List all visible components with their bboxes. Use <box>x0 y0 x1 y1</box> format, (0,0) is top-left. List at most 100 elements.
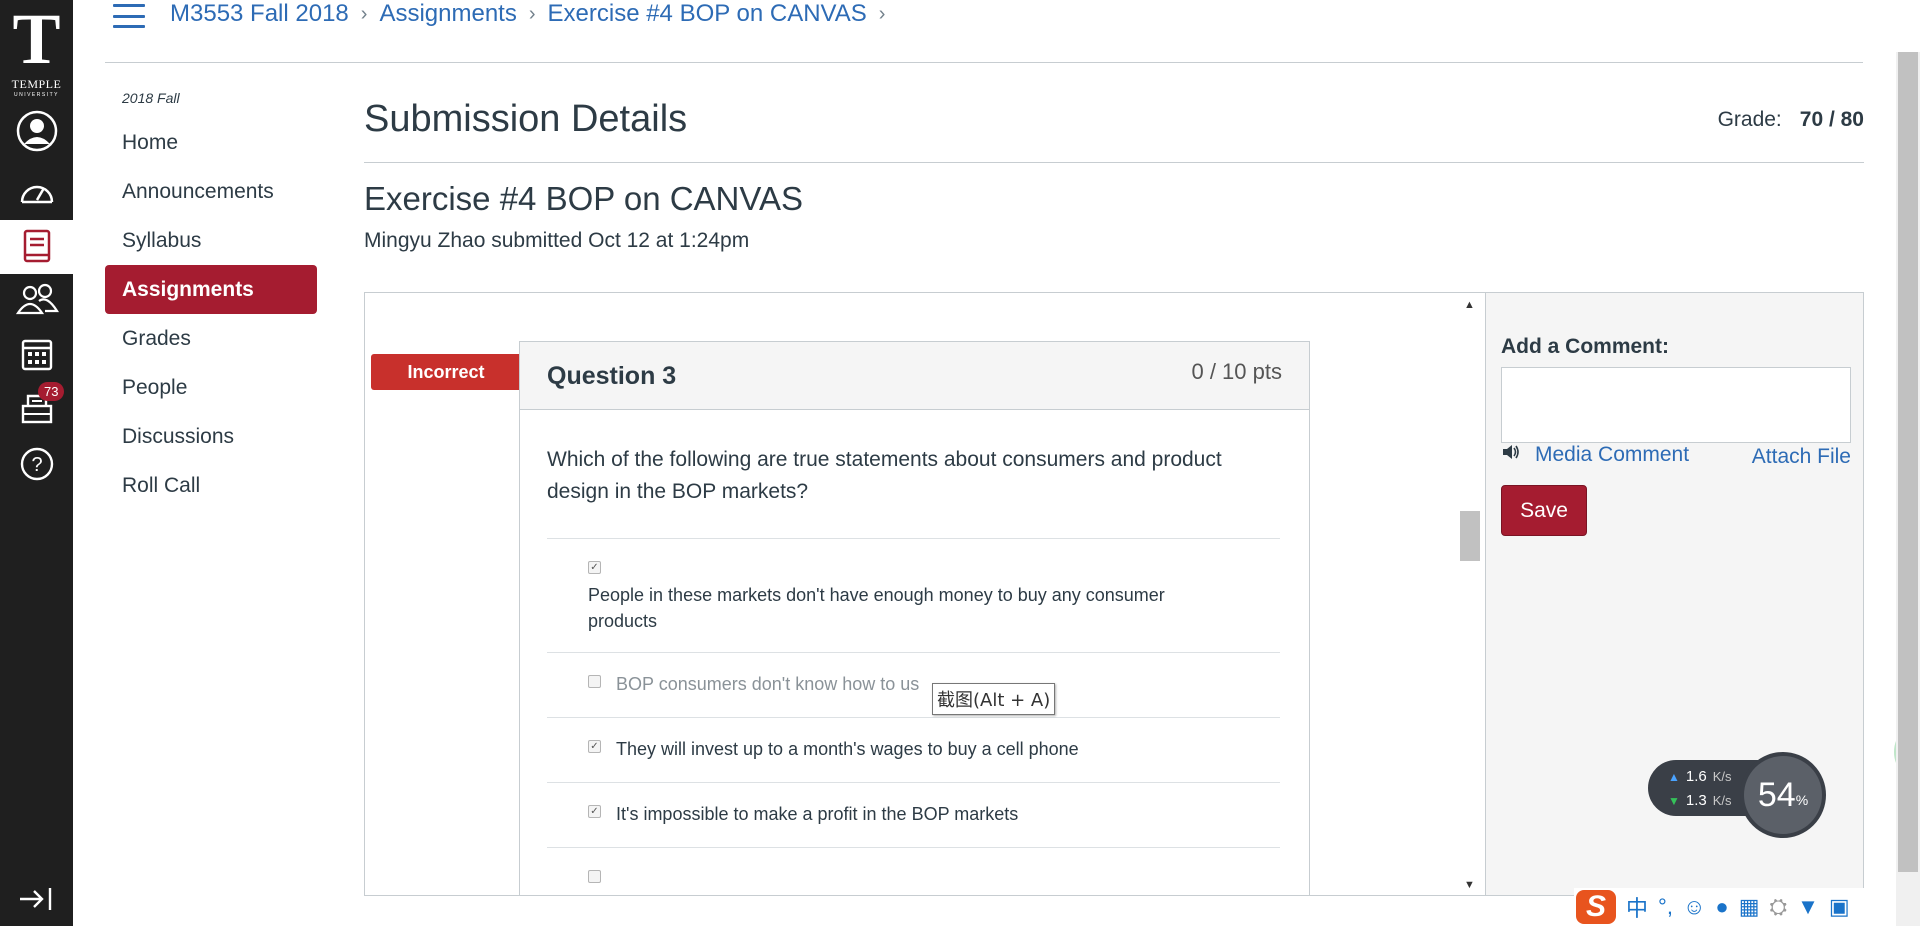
page-scrollbar-thumb[interactable] <box>1898 52 1918 872</box>
answer-label: It's impossible to make a profit in the … <box>616 804 1019 824</box>
download-unit: K/s <box>1712 793 1732 808</box>
answer-label: They will invest up to a month's wages t… <box>616 739 1079 759</box>
microphone-icon[interactable]: ● <box>1715 894 1728 920</box>
scrollbar-thumb[interactable] <box>1460 511 1480 561</box>
logo-subtext: UNIVERSITY <box>13 91 59 98</box>
answer-checkbox[interactable]: ✓ <box>588 740 601 753</box>
page-title: Submission Details <box>364 98 688 140</box>
breadcrumb-course[interactable]: M3553 Fall 2018 <box>170 0 349 28</box>
upload-unit: K/s <box>1712 769 1732 784</box>
submission-frame: Incorrect Question 3 0 / 10 pts Which of… <box>364 292 1864 896</box>
media-comment-link[interactable]: Media Comment <box>1501 443 1689 467</box>
incorrect-label: Incorrect <box>371 354 521 390</box>
svg-text:?: ? <box>31 454 42 476</box>
inbox-badge: 73 <box>38 382 65 401</box>
memory-percent: 54 <box>1757 775 1796 814</box>
question-points: 0 / 10 pts <box>1191 359 1282 384</box>
chevron-right-icon: › <box>360 2 368 25</box>
breadcrumb-assignments[interactable]: Assignments <box>379 0 516 28</box>
hamburger-menu-icon[interactable] <box>113 4 145 28</box>
course-nav-home[interactable]: Home <box>105 118 317 167</box>
help-icon[interactable]: ? <box>0 437 73 491</box>
global-nav: T TEMPLE UNIVERSITY 73 ? <box>0 0 73 926</box>
answer-label: BOP consumers don't know how to us <box>616 674 920 694</box>
groups-icon[interactable] <box>0 272 73 326</box>
course-nav-discussions[interactable]: Discussions <box>105 412 317 461</box>
courses-icon[interactable] <box>0 220 73 274</box>
answer-checkbox[interactable] <box>588 675 601 688</box>
chevron-right-icon: › <box>878 2 886 25</box>
frame-scrollbar[interactable]: ▲ ▼ <box>1458 293 1482 895</box>
top-bar: M3553 Fall 2018 › Assignments › Exercise… <box>105 0 1863 63</box>
question-title: Question 3 <box>547 362 677 390</box>
page-scrollbar[interactable] <box>1896 52 1920 926</box>
course-nav: 2018 Fall Home Announcements Syllabus As… <box>105 90 317 510</box>
dashboard-icon[interactable] <box>0 164 73 218</box>
question-text: Which of the following are true statemen… <box>547 448 1222 503</box>
answer-label: People in these markets don't have enoug… <box>588 585 1165 631</box>
course-nav-assignments[interactable]: Assignments <box>105 265 317 314</box>
submission-info: Mingyu Zhao submitted Oct 12 at 1:24pm <box>364 229 750 252</box>
course-nav-syllabus[interactable]: Syllabus <box>105 216 317 265</box>
question-header: Question 3 0 / 10 pts <box>520 342 1309 410</box>
course-nav-grades[interactable]: Grades <box>105 314 317 363</box>
download-value: 1.3 <box>1685 792 1707 809</box>
question-card: Question 3 0 / 10 pts Which of the follo… <box>519 341 1310 895</box>
save-button[interactable]: Save <box>1501 485 1587 536</box>
comment-title: Add a Comment: <box>1501 335 1669 358</box>
upload-value: 1.6 <box>1685 768 1707 785</box>
upload-speed: ▲ 1.6 K/s <box>1668 768 1732 785</box>
emoji-icon[interactable]: ☺ <box>1683 894 1705 920</box>
logo-text: TEMPLE <box>11 76 62 91</box>
memory-percent-circle: 54% <box>1740 752 1826 838</box>
answer-checkbox[interactable]: ✓ <box>588 561 601 574</box>
answer-checkbox[interactable]: ✓ <box>588 805 601 818</box>
account-icon[interactable] <box>0 104 73 158</box>
toolbox-icon[interactable]: ⛭ <box>1770 894 1788 920</box>
scroll-down-icon[interactable]: ▼ <box>1464 879 1475 891</box>
percent-sign: % <box>1795 792 1809 808</box>
ime-toolbar: S 中 °, ☺ ● ▦ ⛭ ▼ ▣ <box>1574 888 1874 926</box>
course-term: 2018 Fall <box>122 90 180 106</box>
media-comment-label: Media Comment <box>1535 443 1690 466</box>
breadcrumb: M3553 Fall 2018 › Assignments › Exercise… <box>170 0 897 28</box>
grade-value: 70 / 80 <box>1799 108 1864 131</box>
breadcrumb-assignment[interactable]: Exercise #4 BOP on CANVAS <box>548 0 867 28</box>
speaker-icon <box>1501 443 1521 467</box>
keyboard-icon[interactable]: ▦ <box>1739 894 1760 920</box>
upload-arrow-icon: ▲ <box>1668 769 1680 784</box>
sogou-logo[interactable]: S <box>1576 890 1616 924</box>
course-nav-roll-call[interactable]: Roll Call <box>105 461 317 510</box>
assignment-title: Exercise #4 BOP on CANVAS <box>364 180 803 217</box>
collapse-nav-icon[interactable] <box>18 886 54 912</box>
ime-mode[interactable]: 中 <box>1626 891 1648 923</box>
course-nav-people[interactable]: People <box>105 363 317 412</box>
screenshot-tooltip: 截图(Alt + A) <box>932 683 1056 715</box>
grid-icon[interactable]: ▣ <box>1829 894 1850 920</box>
skin-icon[interactable]: ▼ <box>1797 894 1819 920</box>
logo-letter: T <box>12 0 61 79</box>
grade-label: Grade: <box>1717 108 1782 131</box>
scroll-up-icon[interactable]: ▲ <box>1464 299 1475 311</box>
answer-option <box>547 847 1280 895</box>
answer-checkbox[interactable] <box>588 870 601 883</box>
answer-option: ✓ People in these markets don't have eno… <box>547 538 1280 652</box>
chevron-right-icon: › <box>528 2 536 25</box>
answer-option: ✓ They will invest up to a month's wages… <box>547 717 1280 782</box>
attach-file-link[interactable]: Attach File <box>1752 445 1851 469</box>
download-arrow-icon: ▼ <box>1668 793 1680 808</box>
ime-punct[interactable]: °, <box>1658 894 1673 920</box>
inbox-icon[interactable]: 73 <box>0 382 73 436</box>
answer-list: ✓ People in these markets don't have eno… <box>547 538 1280 895</box>
grade-display: Grade: 70 / 80 <box>1718 108 1864 132</box>
course-nav-announcements[interactable]: Announcements <box>105 167 317 216</box>
incorrect-flag: Incorrect <box>371 354 535 390</box>
speed-widget[interactable]: ▲ 1.6 K/s ▼ 1.3 K/s 54% <box>1648 752 1826 838</box>
comment-textarea[interactable] <box>1501 367 1851 443</box>
divider <box>364 162 1864 163</box>
calendar-icon[interactable] <box>0 327 73 381</box>
temple-logo[interactable]: T TEMPLE UNIVERSITY <box>0 0 73 100</box>
quiz-preview: Incorrect Question 3 0 / 10 pts Which of… <box>365 293 1485 895</box>
answer-option: ✓ It's impossible to make a profit in th… <box>547 782 1280 847</box>
download-speed: ▼ 1.3 K/s <box>1668 792 1732 809</box>
